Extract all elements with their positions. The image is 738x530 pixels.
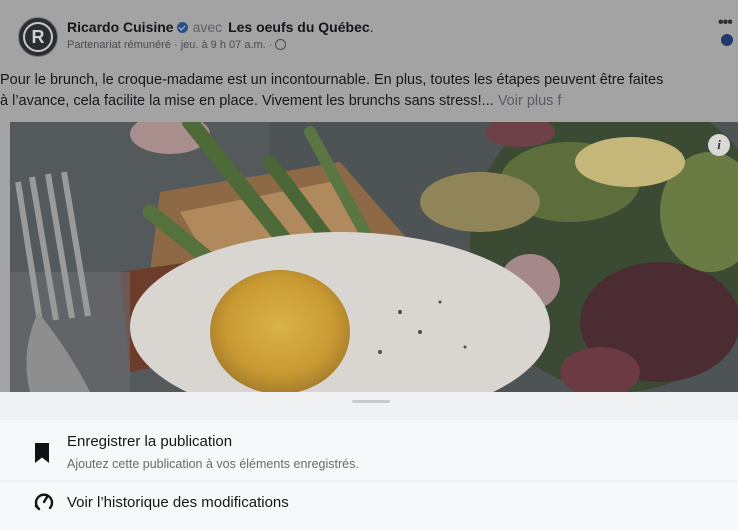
edit-history-title: Voir l’historique des modifications (67, 494, 289, 511)
bookmark-icon (35, 443, 49, 463)
partner-name[interactable]: Les oeufs du Québec (228, 19, 370, 35)
post-meta-text: Partenariat rémunéré · jeu. à 9 h 07 a.m… (67, 39, 273, 51)
caption-line-1: Pour le brunch, le croque-madame est un … (0, 72, 664, 88)
avatar-logo: R (23, 22, 53, 52)
verified-badge-icon (176, 21, 188, 33)
post-author-line: Ricardo Cuisine avec Les oeufs du Québec. (67, 19, 374, 35)
history-icon (34, 493, 54, 511)
post-card: R Ricardo Cuisine avec Les oeufs du Québe… (0, 0, 738, 392)
edit-history-option[interactable]: Voir l’historique des modifications (0, 482, 738, 530)
notification-dot-icon (721, 34, 733, 46)
with-word: avec (192, 19, 223, 35)
post-image[interactable]: i (10, 122, 738, 392)
caption-line-2-text: à l’avance, cela facilite la mise en pla… (0, 93, 494, 109)
post-header: R Ricardo Cuisine avec Les oeufs du Québe… (0, 0, 738, 66)
see-more-link[interactable]: Voir plus f (498, 93, 562, 109)
author-name[interactable]: Ricardo Cuisine (67, 19, 174, 35)
globe-icon (275, 39, 287, 51)
info-icon[interactable]: i (708, 134, 730, 156)
save-post-option[interactable]: Enregistrer la publication Ajoutez cette… (0, 420, 738, 480)
partner-punct: . (369, 19, 374, 35)
save-post-title: Enregistrer la publication (67, 433, 233, 450)
save-post-subtitle: Ajoutez cette publication à vos éléments… (67, 457, 359, 471)
more-options-button[interactable]: ••• (718, 14, 733, 32)
bottom-sheet: Enregistrer la publication Ajoutez cette… (0, 392, 738, 530)
post-meta: Partenariat rémunéré · jeu. à 9 h 07 a.m… (67, 39, 287, 51)
caption-line-2: à l’avance, cela facilite la mise en pla… (0, 91, 736, 112)
food-photo (10, 122, 738, 392)
avatar[interactable]: R (18, 17, 58, 57)
sheet-drag-handle[interactable] (352, 400, 390, 403)
post-caption: Pour le brunch, le croque-madame est un … (0, 70, 736, 112)
